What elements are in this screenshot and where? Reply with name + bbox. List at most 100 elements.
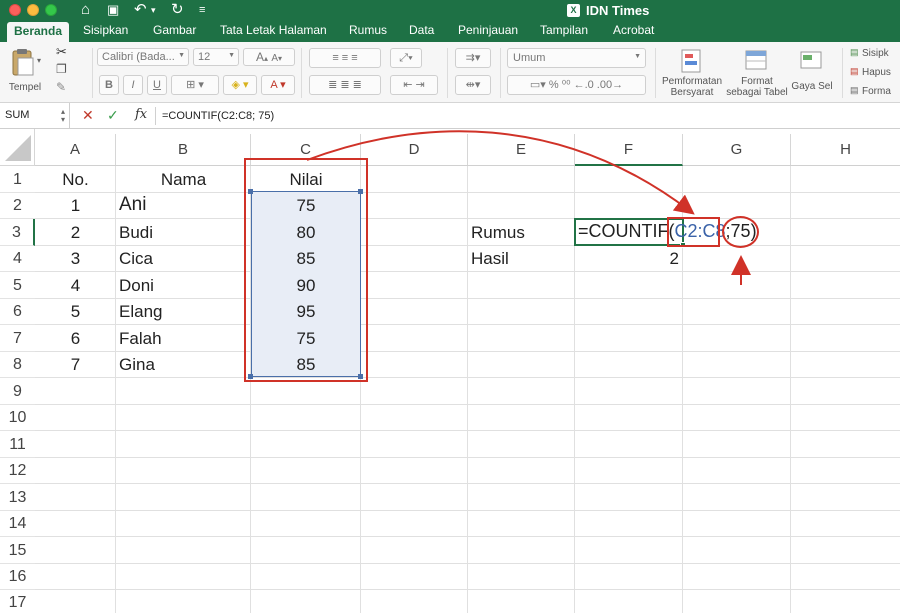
increase-font-icon[interactable]: A <box>256 50 264 64</box>
cell-a1[interactable]: No. <box>35 167 116 193</box>
cell-styles-button[interactable]: Gaya Sel <box>788 46 836 100</box>
cell-b2[interactable]: Ani <box>119 192 146 218</box>
number-format-buttons[interactable]: ▭▾ % ⁰⁰ ←.0 .00→ <box>507 75 646 95</box>
name-box[interactable]: SUM ▴ ▾ <box>0 103 70 129</box>
row-header-14[interactable]: 14 <box>0 511 35 537</box>
cell-f4[interactable]: 2 <box>575 246 679 272</box>
row-header-5[interactable]: 5 <box>0 272 35 299</box>
vertical-align-group[interactable]: ≡ ≡ ≡ <box>309 48 381 68</box>
row-header-2[interactable]: 2 <box>0 193 35 219</box>
borders-button[interactable]: ⊞ ▾ <box>171 75 219 95</box>
cell-a8[interactable]: 7 <box>35 352 116 378</box>
tab-rumus[interactable]: Rumus <box>349 23 387 37</box>
format-painter-icon[interactable]: ✎ <box>56 80 66 94</box>
column-header-d[interactable]: D <box>361 134 468 165</box>
font-color-button[interactable]: A ▾ <box>261 75 295 95</box>
underline-button[interactable]: U <box>147 75 167 95</box>
cell-b5[interactable]: Doni <box>119 273 154 299</box>
paste-dropdown-icon[interactable]: ▾ <box>37 56 41 65</box>
tab-gambar[interactable]: Gambar <box>153 23 196 37</box>
maximize-window-button[interactable] <box>45 4 57 16</box>
horizontal-align-group[interactable]: ≣ ≣ ≣ <box>309 75 381 95</box>
cut-icon[interactable]: ✂ <box>56 44 67 60</box>
cell-b8[interactable]: Gina <box>119 352 155 378</box>
cell-e4[interactable]: Hasil <box>471 246 509 272</box>
cancel-icon[interactable]: ✕ <box>82 107 94 124</box>
wrap-text-button[interactable]: ⇉▾ <box>455 48 491 68</box>
stepper-arrows-icon[interactable]: ▴ ▾ <box>61 108 65 124</box>
tab-tata-letak-halaman[interactable]: Tata Letak Halaman <box>220 23 327 37</box>
cell-a4[interactable]: 3 <box>35 246 116 272</box>
cell-a5[interactable]: 4 <box>35 273 116 299</box>
row-header-12[interactable]: 12 <box>0 458 35 484</box>
insert-function-icon[interactable]: fx <box>135 107 147 122</box>
indent-group[interactable]: ⇤ ⇥ <box>390 75 438 95</box>
ribbon-divider <box>500 48 501 98</box>
cell-b6[interactable]: Elang <box>119 299 162 325</box>
insert-cells-button[interactable]: ▤ Sisipk <box>850 47 900 61</box>
format-as-table-button[interactable]: Format sebagai Tabel <box>726 46 788 100</box>
number-format-select[interactable]: Umum ▼ <box>507 48 646 68</box>
cell-b4[interactable]: Cica <box>119 246 153 272</box>
row-header-8[interactable]: 8 <box>0 352 35 378</box>
spreadsheet-grid[interactable]: A B C D E F G H 1 2 3 4 5 6 7 8 9 10 11 … <box>0 129 900 613</box>
cell-a3[interactable]: 2 <box>35 220 116 246</box>
row-header-6[interactable]: 6 <box>0 299 35 325</box>
tab-data[interactable]: Data <box>409 23 434 37</box>
column-header-g[interactable]: G <box>683 134 791 165</box>
cell-b7[interactable]: Falah <box>119 326 162 352</box>
formula-input[interactable]: =COUNTIF(C2:C8; 75) <box>162 110 274 122</box>
home-icon[interactable]: ⌂ <box>81 1 90 19</box>
cell-a7[interactable]: 6 <box>35 326 116 352</box>
row-header-17[interactable]: 17 <box>0 590 35 613</box>
cell-e3[interactable]: Rumus <box>471 220 525 246</box>
minimize-window-button[interactable] <box>27 4 39 16</box>
italic-button[interactable]: I <box>123 75 143 95</box>
column-header-b[interactable]: B <box>116 134 251 165</box>
save-icon[interactable]: ▣ <box>107 1 119 19</box>
row-header-9[interactable]: 9 <box>0 378 35 405</box>
row-header-1[interactable]: 1 <box>0 166 35 193</box>
cell-b3[interactable]: Budi <box>119 220 153 246</box>
undo-dropdown-icon[interactable]: ▾ <box>151 1 156 19</box>
font-name-select[interactable]: Calibri (Bada... ▼ <box>97 48 189 66</box>
tab-peninjauan[interactable]: Peninjauan <box>458 23 518 37</box>
cell-a2[interactable]: 1 <box>35 193 116 219</box>
tab-sisipkan[interactable]: Sisipkan <box>83 23 128 37</box>
row-header-16[interactable]: 16 <box>0 564 35 590</box>
select-all-corner[interactable] <box>0 129 35 166</box>
merge-button[interactable]: ⇹▾ <box>455 75 491 95</box>
row-header-7[interactable]: 7 <box>0 325 35 352</box>
fill-color-button[interactable]: ◈ ▾ <box>223 75 257 95</box>
row-header-13[interactable]: 13 <box>0 484 35 511</box>
column-header-h[interactable]: H <box>791 134 900 165</box>
orientation-button[interactable]: ⤢▾ <box>390 48 422 68</box>
row-header-3[interactable]: 3 <box>0 219 35 246</box>
conditional-formatting-button[interactable]: Pemformatan Bersyarat <box>660 46 724 100</box>
row-header-11[interactable]: 11 <box>0 431 35 458</box>
column-header-f[interactable]: F <box>575 134 683 166</box>
bold-button[interactable]: B <box>99 75 119 95</box>
tab-tampilan[interactable]: Tampilan <box>540 23 588 37</box>
row-header-10[interactable]: 10 <box>0 405 35 431</box>
customize-toolbar-icon[interactable]: ≡ <box>199 1 205 19</box>
row-header-15[interactable]: 15 <box>0 537 35 564</box>
undo-icon[interactable]: ↶ <box>134 1 147 19</box>
paste-button[interactable]: Tempel <box>6 46 41 93</box>
enter-icon[interactable]: ✓ <box>107 107 119 124</box>
close-window-button[interactable] <box>9 4 21 16</box>
column-header-e[interactable]: E <box>468 134 575 165</box>
cell-a6[interactable]: 5 <box>35 299 116 325</box>
format-cells-button[interactable]: ▤ Forma <box>850 85 900 99</box>
font-size-grow-shrink[interactable]: A▴ A▾ <box>243 48 295 66</box>
redo-icon[interactable]: ↻ <box>171 1 184 19</box>
delete-cells-button[interactable]: ▤ Hapus <box>850 66 900 80</box>
copy-icon[interactable]: ❐ <box>56 62 67 76</box>
tab-acrobat[interactable]: Acrobat <box>613 23 654 37</box>
decrease-font-icon[interactable]: A <box>271 53 278 64</box>
column-header-a[interactable]: A <box>35 134 116 165</box>
font-size-select[interactable]: 12 ▼ <box>193 48 239 66</box>
tab-beranda[interactable]: Beranda <box>7 22 70 42</box>
row-header-4[interactable]: 4 <box>0 246 35 272</box>
cell-b1[interactable]: Nama <box>116 167 251 193</box>
